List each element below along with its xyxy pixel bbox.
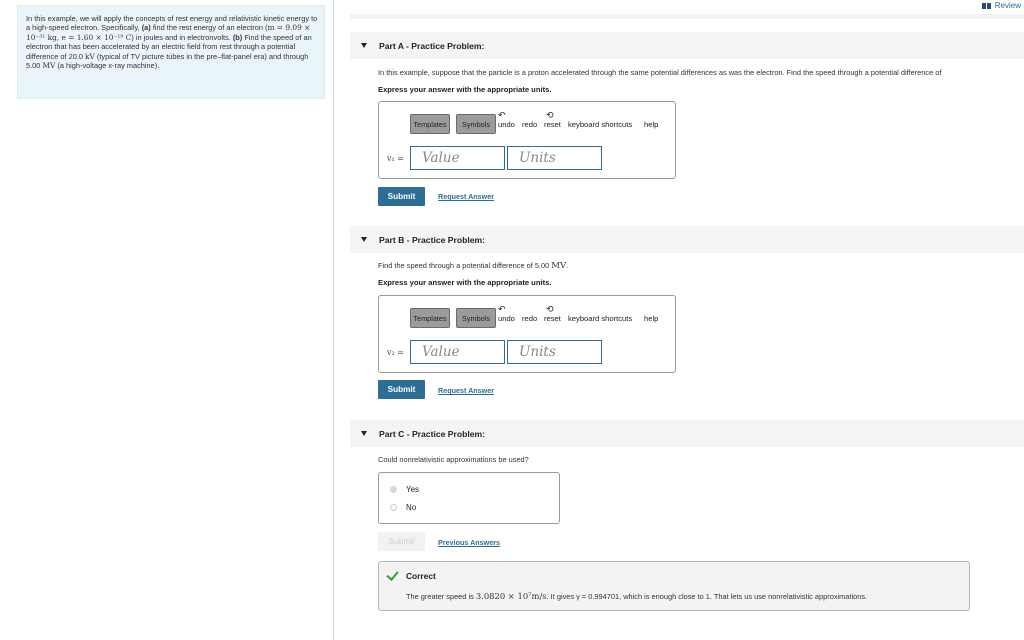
part-c-options: Yes No (378, 472, 560, 524)
panel-divider (333, 0, 334, 640)
part-b-title: Part B - Practice Problem: (379, 235, 486, 245)
symbols-button[interactable]: Symbols (456, 114, 496, 134)
radio-yes[interactable] (390, 486, 397, 493)
v1-units-input[interactable]: Units (507, 146, 602, 170)
part-a-title: Part A - Practice Problem: (379, 41, 485, 51)
part-b-answer-box: Templates Symbols ↶ undo redo ⟲ reset ke… (378, 295, 676, 373)
progress-bar-track (350, 14, 1024, 19)
problem-intro-text: In this example, we will apply the conce… (26, 14, 318, 71)
part-a-express-instruction: Express your answer with the appropriate… (378, 85, 552, 94)
review-label: Review (994, 1, 1021, 10)
problem-intro-panel: In this example, we will apply the conce… (17, 5, 325, 99)
help-button[interactable]: help (644, 314, 658, 323)
review-link[interactable]: Review (981, 1, 1021, 10)
feedback-title: Correct (406, 571, 436, 581)
part-c-title: Part C - Practice Problem: (379, 429, 486, 439)
feedback-text: The greater speed is 3.0820 × 10⁷m/s. It… (406, 591, 868, 601)
redo-button[interactable]: redo (522, 120, 537, 129)
undo-button[interactable]: undo (498, 120, 515, 129)
part-b-header[interactable]: Part B - Practice Problem: (350, 226, 1024, 253)
part-a-submit-button[interactable]: Submit (378, 187, 425, 206)
templates-button[interactable]: Templates (410, 114, 450, 134)
v2-label: v₂ = (387, 348, 404, 357)
part-a-request-answer-link[interactable]: Request Answer (438, 192, 494, 201)
part-a-answer-box: Templates Symbols ↶ undo redo ⟲ reset ke… (378, 101, 676, 179)
keyboard-shortcuts-button[interactable]: keyboard shortcuts (568, 120, 632, 129)
templates-button[interactable]: Templates (410, 308, 450, 328)
part-b-submit-button[interactable]: Submit (378, 380, 425, 399)
redo-button[interactable]: redo (522, 314, 537, 323)
radio-no[interactable] (390, 504, 397, 511)
part-b-question: Find the speed through a potential diffe… (378, 261, 569, 271)
radio-no-label: No (406, 503, 417, 512)
v2-value-input[interactable]: Value (410, 340, 505, 364)
part-c-question: Could nonrelativistic approximations be … (378, 455, 529, 464)
keyboard-shortcuts-button[interactable]: keyboard shortcuts (568, 314, 632, 323)
part-c-submit-button[interactable]: Submit (378, 532, 425, 551)
part-c-header[interactable]: Part C - Practice Problem: (350, 420, 1024, 447)
part-b-express-instruction: Express your answer with the appropriate… (378, 278, 552, 287)
v1-value-input[interactable]: Value (410, 146, 505, 170)
symbols-button[interactable]: Symbols (456, 308, 496, 328)
book-icon (981, 2, 991, 9)
radio-yes-label: Yes (406, 485, 420, 494)
collapse-triangle-icon (361, 431, 367, 436)
help-button[interactable]: help (644, 120, 658, 129)
part-a-header[interactable]: Part A - Practice Problem: (350, 32, 1024, 59)
collapse-triangle-icon (361, 237, 367, 242)
reset-button[interactable]: reset (544, 120, 561, 129)
feedback-speed-value: 3.0820 × 10⁷m/s (475, 591, 547, 601)
feedback-panel: Correct The greater speed is 3.0820 × 10… (378, 561, 970, 611)
undo-button[interactable]: undo (498, 314, 515, 323)
v1-label: v₁ = (387, 154, 404, 163)
checkmark-icon (386, 568, 399, 581)
part-a-question: In this example, suppose that the partic… (378, 68, 942, 77)
previous-answers-link[interactable]: Previous Answers (438, 538, 500, 547)
collapse-triangle-icon (361, 43, 367, 48)
reset-button[interactable]: reset (544, 314, 561, 323)
part-b-request-answer-link[interactable]: Request Answer (438, 386, 494, 395)
v2-units-input[interactable]: Units (507, 340, 602, 364)
